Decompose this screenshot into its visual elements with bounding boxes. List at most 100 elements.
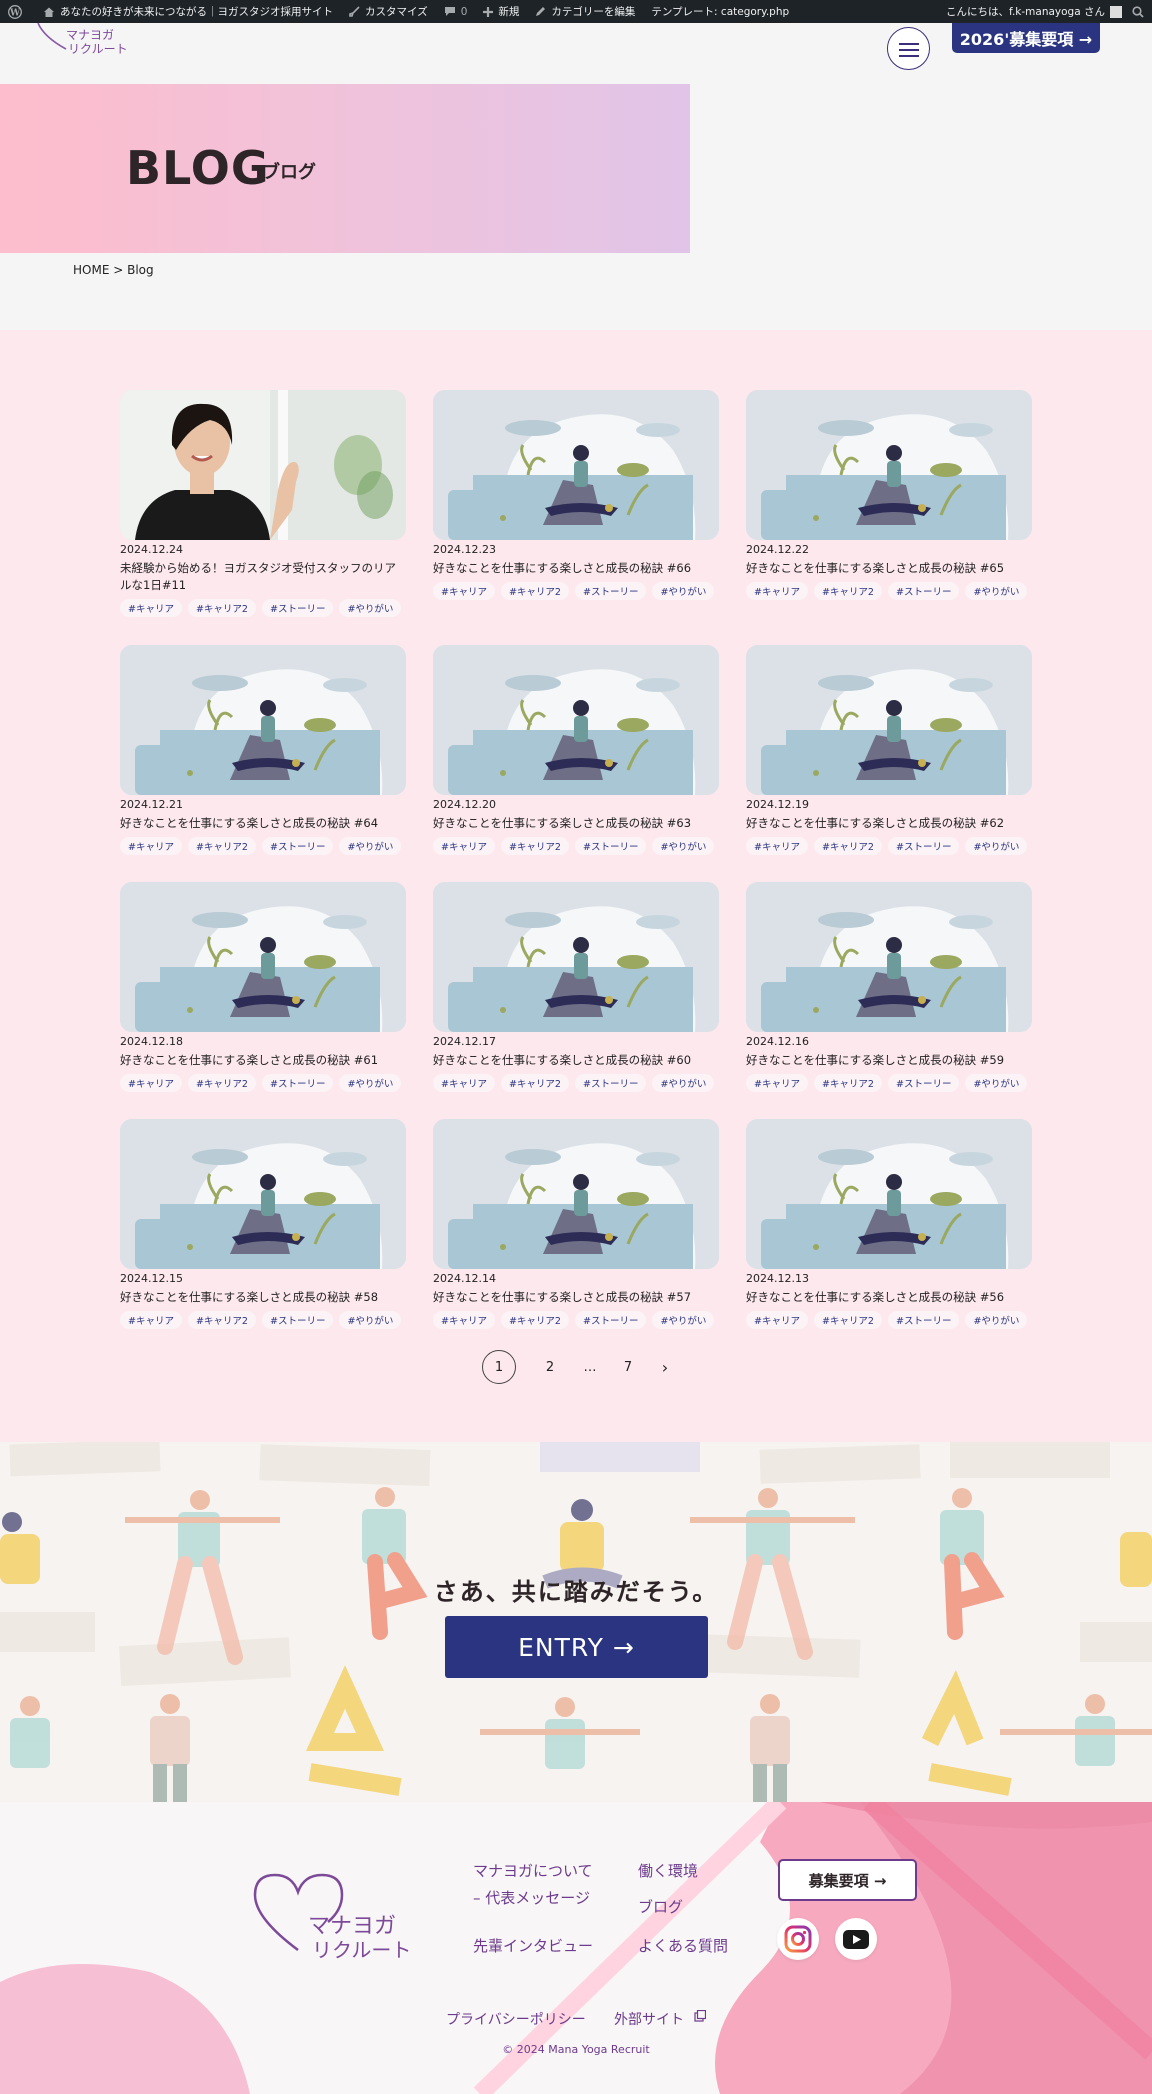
post-tag[interactable]: #キャリア xyxy=(120,837,182,855)
post-tag[interactable]: #やりがい xyxy=(339,837,402,855)
post-thumbnail-illustration[interactable] xyxy=(120,1119,406,1269)
post-tag[interactable]: #キャリア2 xyxy=(187,837,256,855)
post-title[interactable]: 好きなことを仕事にする楽しさと成長の秘訣 #62 xyxy=(746,815,1032,832)
post-tag[interactable]: #キャリア xyxy=(433,1074,495,1092)
post-tag[interactable]: #キャリア xyxy=(120,1311,182,1329)
post-tag[interactable]: #やりがい xyxy=(652,582,715,600)
next-page-arrow[interactable]: › xyxy=(655,1350,675,1384)
post-tag[interactable]: #キャリア2 xyxy=(187,1074,256,1092)
search-icon[interactable] xyxy=(1132,5,1144,18)
post-tag[interactable]: #キャリア2 xyxy=(187,1311,256,1329)
post-tag[interactable]: #キャリア xyxy=(433,1311,495,1329)
post-thumbnail-illustration[interactable] xyxy=(120,645,406,795)
post-tag[interactable]: #ストーリー xyxy=(574,1074,647,1092)
post-tag[interactable]: #キャリア xyxy=(120,1074,182,1092)
footer-external-link[interactable]: 外部サイト xyxy=(614,2009,707,2029)
blog-post-card[interactable]: 2024.12.18 好きなことを仕事にする楽しさと成長の秘訣 #61 #キャリア #… xyxy=(120,882,406,1092)
footer-link-blog[interactable]: ブログ xyxy=(638,1896,683,1917)
post-tag[interactable]: #キャリア xyxy=(120,599,182,617)
post-title[interactable]: 好きなことを仕事にする楽しさと成長の秘訣 #58 xyxy=(120,1289,406,1306)
post-tag[interactable]: #キャリア2 xyxy=(500,1311,569,1329)
breadcrumb[interactable]: HOME > Blog xyxy=(73,263,154,277)
post-tag[interactable]: #やりがい xyxy=(652,1074,715,1092)
footer-privacy-link[interactable]: プライバシーポリシー xyxy=(446,2009,586,2029)
footer-link-message[interactable]: – 代表メッセージ xyxy=(473,1887,590,1908)
footer-link-interview[interactable]: 先輩インタビュー xyxy=(473,1935,593,1956)
post-thumbnail-illustration[interactable] xyxy=(746,882,1032,1032)
post-tag[interactable]: #キャリア2 xyxy=(813,1074,882,1092)
post-tag[interactable]: #やりがい xyxy=(965,837,1028,855)
post-thumbnail-illustration[interactable] xyxy=(746,1119,1032,1269)
post-tag[interactable]: #ストーリー xyxy=(887,582,960,600)
post-tag[interactable]: #やりがい xyxy=(652,837,715,855)
post-tag[interactable]: #やりがい xyxy=(339,599,402,617)
post-thumbnail-illustration[interactable] xyxy=(746,390,1032,540)
entry-button[interactable]: ENTRY → xyxy=(445,1616,708,1678)
post-tag[interactable]: #ストーリー xyxy=(574,1311,647,1329)
post-thumbnail-illustration[interactable] xyxy=(120,882,406,1032)
post-tag[interactable]: #ストーリー xyxy=(261,1311,334,1329)
blog-post-card[interactable]: 2024.12.24 未経験から始める！ヨガスタジオ受付スタッフのリアルな1日#1… xyxy=(120,390,406,617)
post-thumbnail-illustration[interactable] xyxy=(433,882,719,1032)
post-tag[interactable]: #ストーリー xyxy=(887,1074,960,1092)
post-thumbnail-illustration[interactable] xyxy=(433,645,719,795)
post-tag[interactable]: #やりがい xyxy=(652,1311,715,1329)
post-tag[interactable]: #ストーリー xyxy=(261,837,334,855)
footer-link-faq[interactable]: よくある質問 xyxy=(638,1935,728,1956)
post-tag[interactable]: #やりがい xyxy=(339,1074,402,1092)
post-tag[interactable]: #ストーリー xyxy=(574,582,647,600)
post-tag[interactable]: #キャリア2 xyxy=(187,599,256,617)
post-title[interactable]: 好きなことを仕事にする楽しさと成長の秘訣 #65 xyxy=(746,560,1032,577)
post-tag[interactable]: #ストーリー xyxy=(261,1074,334,1092)
post-tag[interactable]: #キャリア xyxy=(433,837,495,855)
post-tag[interactable]: #キャリア xyxy=(746,1074,808,1092)
post-tag[interactable]: #キャリア xyxy=(746,837,808,855)
post-tag[interactable]: #キャリア xyxy=(746,1311,808,1329)
post-title[interactable]: 好きなことを仕事にする楽しさと成長の秘訣 #61 xyxy=(120,1052,406,1069)
post-tag[interactable]: #キャリア2 xyxy=(500,1074,569,1092)
post-tag[interactable]: #キャリア2 xyxy=(813,582,882,600)
blog-post-card[interactable]: 2024.12.13 好きなことを仕事にする楽しさと成長の秘訣 #56 #キャリア #… xyxy=(746,1119,1032,1329)
post-title[interactable]: 好きなことを仕事にする楽しさと成長の秘訣 #66 xyxy=(433,560,719,577)
post-title[interactable]: 未経験から始める！ヨガスタジオ受付スタッフのリアルな1日#11 xyxy=(120,560,406,594)
post-tag[interactable]: #キャリア xyxy=(746,582,808,600)
post-thumbnail-illustration[interactable] xyxy=(433,390,719,540)
footer-link-about[interactable]: マナヨガについて xyxy=(473,1860,593,1881)
youtube-icon[interactable] xyxy=(835,1918,877,1960)
admin-edit-category-link[interactable]: カテゴリーを編集 xyxy=(535,4,635,19)
post-tag[interactable]: #キャリア xyxy=(433,582,495,600)
blog-post-card[interactable]: 2024.12.23 好きなことを仕事にする楽しさと成長の秘訣 #66 #キャリア #… xyxy=(433,390,719,600)
hamburger-menu-button[interactable] xyxy=(887,27,930,70)
post-thumbnail-photo[interactable] xyxy=(120,390,406,540)
instagram-icon[interactable] xyxy=(777,1918,819,1960)
post-tag[interactable]: #ストーリー xyxy=(887,1311,960,1329)
blog-post-card[interactable]: 2024.12.17 好きなことを仕事にする楽しさと成長の秘訣 #60 #キャリア #… xyxy=(433,882,719,1092)
post-tag[interactable]: #ストーリー xyxy=(261,599,334,617)
page-current[interactable]: 1 xyxy=(482,1350,516,1384)
admin-comments-link[interactable]: 0 xyxy=(444,6,467,18)
post-tag[interactable]: #やりがい xyxy=(965,582,1028,600)
blog-post-card[interactable]: 2024.12.15 好きなことを仕事にする楽しさと成長の秘訣 #58 #キャリア #… xyxy=(120,1119,406,1329)
blog-post-card[interactable]: 2024.12.19 好きなことを仕事にする楽しさと成長の秘訣 #62 #キャリア #… xyxy=(746,645,1032,855)
post-tag[interactable]: #キャリア2 xyxy=(500,582,569,600)
post-tag[interactable]: #キャリア2 xyxy=(813,837,882,855)
blog-post-card[interactable]: 2024.12.22 好きなことを仕事にする楽しさと成長の秘訣 #65 #キャリア #… xyxy=(746,390,1032,600)
post-tag[interactable]: #やりがい xyxy=(339,1311,402,1329)
admin-customize-link[interactable]: カスタマイズ xyxy=(349,4,428,19)
post-tag[interactable]: #キャリア2 xyxy=(813,1311,882,1329)
post-tag[interactable]: #ストーリー xyxy=(887,837,960,855)
footer-link-environment[interactable]: 働く環境 xyxy=(638,1860,698,1881)
post-title[interactable]: 好きなことを仕事にする楽しさと成長の秘訣 #56 xyxy=(746,1289,1032,1306)
blog-post-card[interactable]: 2024.12.14 好きなことを仕事にする楽しさと成長の秘訣 #57 #キャリア #… xyxy=(433,1119,719,1329)
page-link-2[interactable]: 2 xyxy=(540,1350,560,1384)
post-tag[interactable]: #やりがい xyxy=(965,1074,1028,1092)
post-tag[interactable]: #キャリア2 xyxy=(500,837,569,855)
blog-post-card[interactable]: 2024.12.16 好きなことを仕事にする楽しさと成長の秘訣 #59 #キャリア #… xyxy=(746,882,1032,1092)
admin-site-link[interactable]: あなたの好きが未来につながる｜ヨガスタジオ採用サイト xyxy=(43,4,333,19)
post-title[interactable]: 好きなことを仕事にする楽しさと成長の秘訣 #60 xyxy=(433,1052,719,1069)
user-avatar[interactable] xyxy=(1110,5,1122,18)
site-logo[interactable]: マナヨガ リクルート xyxy=(36,23,128,57)
footer-recruit-button[interactable]: 募集要項 → xyxy=(778,1859,917,1901)
admin-new-link[interactable]: 新規 xyxy=(483,4,519,19)
wordpress-logo-icon[interactable]: W xyxy=(8,4,27,19)
